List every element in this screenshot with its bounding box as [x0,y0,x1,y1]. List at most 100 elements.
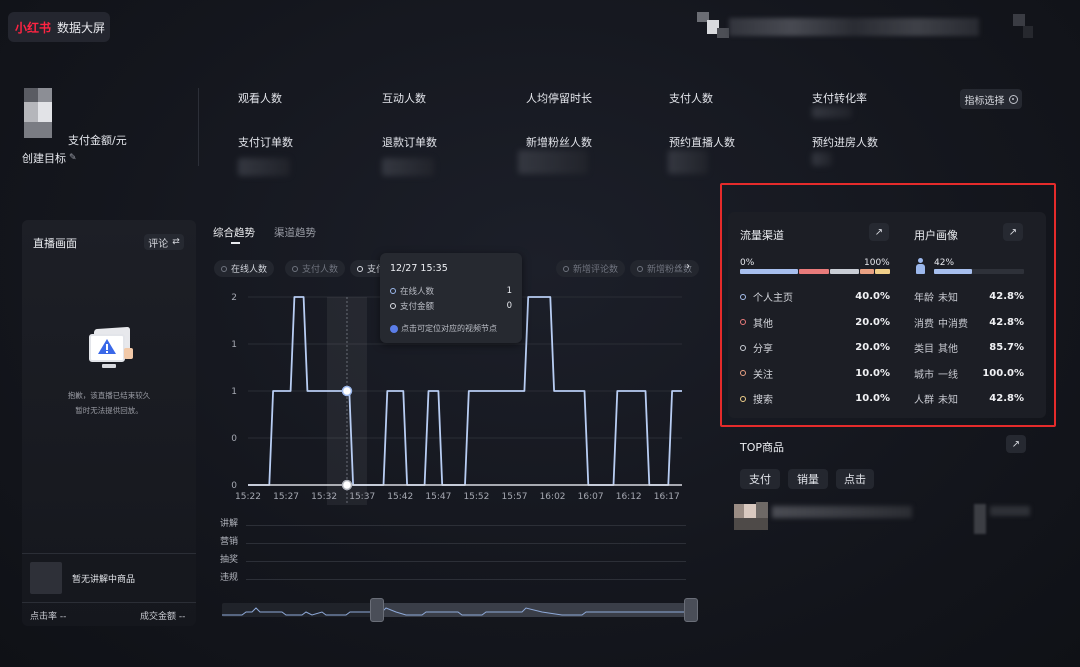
no-product-label: 暂无讲解中商品 [72,575,136,585]
x-tick-label: 16:17 [654,492,680,502]
gender-bar-fill [934,269,972,274]
external-arrow-icon: ↗ [1008,226,1018,238]
traffic-bar-segment [875,269,890,274]
traffic-title: 流量渠道 [740,229,784,242]
channel-dot-icon [740,319,746,325]
x-tick-label: 15:37 [349,492,375,502]
y-tick-label: 2 [231,293,237,303]
channel-pct: 20.0% [855,316,890,328]
persona-title: 用户画像 [914,229,958,242]
persona-expand-button[interactable]: ↗ [1003,223,1023,241]
legend-next-button[interactable]: › [686,261,690,272]
persona-row: 消费 中消费 42.8% [914,310,1024,335]
persona-key: 人群 [914,395,934,406]
cursor-marker-pay [341,479,353,491]
x-tick-label: 16:07 [578,492,604,502]
metric-select-button[interactable]: 指标选择 [960,89,1022,109]
persona-value: 中消费 [938,318,968,330]
legend-dot-icon [292,265,298,272]
x-tick-label: 15:52 [463,492,489,502]
tooltip-hint: 点击可定位对应的视频节点 [390,323,497,334]
swap-icon: ⇄ [172,237,180,247]
top-products-filter-chip[interactable]: 支付 [740,469,780,489]
traffic-stacked-bar [740,269,890,274]
metric-label: 互动人数 [382,92,426,105]
lane-label: 抽奖 [220,555,239,565]
legend-dot-icon [563,265,569,272]
legend-toggle[interactable]: 在线人数 [214,260,275,277]
persona-value: 未知 [938,395,958,406]
live-panel: 直播画面 评论 ⇄ 抱歉，该直播已结束较久 暂时无法提供回放。 暂无讲解中商品 … [22,220,196,626]
channel-label: 关注 [753,369,773,381]
top-products-filter-chip[interactable]: 销量 [788,469,828,489]
x-tick-label: 15:57 [502,492,528,502]
metrics-divider [198,88,199,166]
traffic-bar-segment [829,269,859,274]
top-products-title: TOP商品 [740,441,785,454]
traffic-row: 个人主页 40.0% [740,284,890,309]
x-tick-label: 15:42 [387,492,413,502]
channel-dot-icon [740,395,746,402]
x-tick-label: 16:12 [616,492,642,502]
legend-prev-button[interactable]: ‹ [677,261,681,272]
metric-label: 人均停留时长 [526,92,592,105]
gear-circle-icon [1008,94,1018,104]
legend-label: 在线人数 [231,265,268,275]
timeline-brush[interactable] [222,598,698,622]
tooltip-online-value: 1 [506,286,512,296]
metric-value-blur-6 [812,106,852,118]
persona-pct: 42.8% [989,291,1024,302]
lane-line [246,579,686,580]
x-tick-label: 15:27 [273,492,299,502]
trend-tab-channel[interactable]: 渠道趋势 [274,225,316,240]
persona-key: 类目 [914,344,934,355]
create-target-button[interactable]: 创建目标 ✎ [22,150,77,166]
trend-tab-overall[interactable]: 综合趋势 [213,225,255,240]
traffic-row: 关注 10.0% [740,361,890,386]
create-target-label: 创建目标 [22,152,66,165]
chart-tooltip: 12/27 15:35 在线人数 1 支付金额 0 点击可定位对应的视频节点 [380,253,522,343]
brush-right-handle[interactable] [684,598,698,622]
live-ended-text-2: 暂时无法提供回放。 [75,406,143,415]
tooltip-pay-label: 支付金额 [400,302,435,312]
tooltip-hint-label: 点击可定位对应的视频节点 [401,324,497,333]
metric-label: 退款订单数 [382,136,437,149]
channel-pct: 10.0% [855,393,890,404]
top-products-expand-button[interactable]: ↗ [1006,435,1026,453]
external-arrow-icon: ↗ [1011,438,1021,450]
brand-logo[interactable]: 小红书 数据大屏 [8,12,110,42]
traffic-row: 分享 20.0% [740,335,890,360]
top-products-filter-chip[interactable]: 点击 [836,469,874,489]
y-tick-label: 1 [231,387,237,397]
legend-toggle[interactable]: 新增评论数 [556,260,626,277]
persona-key: 年龄 [914,293,934,304]
target-avatar-mosaic [24,88,62,150]
live-panel-title: 直播画面 [33,237,77,250]
persona-row: 人群 未知 42.8% [914,386,1024,411]
traffic-row: 其他 20.0% [740,310,890,335]
lane-line [246,525,686,526]
lane-label: 营销 [220,537,239,547]
metric-value-blur-2 [382,158,434,176]
brush-left-handle[interactable] [370,598,384,622]
product-thumbnail [30,562,62,594]
comment-toggle-button[interactable]: 评论 ⇄ [144,234,184,250]
legend-toggle[interactable]: 支付人数 [285,260,346,277]
traffic-bar-segment [859,269,875,274]
gender-value: 42% [934,258,955,268]
channel-label: 个人主页 [753,293,793,304]
traffic-expand-button[interactable]: ↗ [869,223,889,241]
monitor-warning-icon [84,326,134,370]
channel-pct: 10.0% [855,367,890,379]
legend-label: 新增评论数 [573,265,619,275]
metric-value-blur-3 [518,150,588,174]
top-product-row-mosaic [734,500,1034,540]
tooltip-time: 12/27 15:35 [390,263,448,274]
legend-dot-icon [637,265,643,272]
location-pin-icon [390,324,398,333]
active-tab-underline [231,242,240,244]
traffic-bar-segment [740,269,799,274]
live-ended-text-1: 抱歉，该直播已结束较久 [67,391,151,400]
person-icon [916,258,925,274]
gender-bar-track [934,269,1024,274]
